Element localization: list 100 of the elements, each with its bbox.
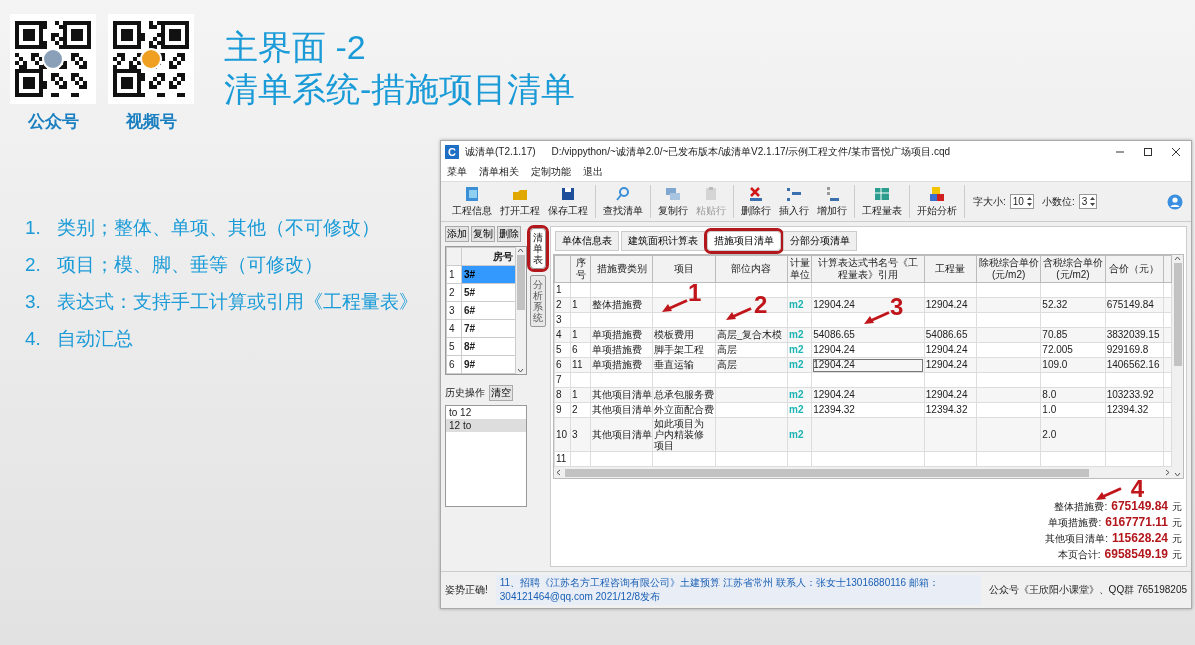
summary-value: 6167771.11 bbox=[1105, 515, 1168, 530]
bullet-text: 类别；整体、单项、其他（不可修改） bbox=[56, 216, 380, 240]
bullet-text: 自动汇总 bbox=[56, 327, 133, 351]
qr-code-label: 公众号 bbox=[27, 111, 79, 133]
room-cell[interactable]: 5# bbox=[461, 283, 516, 302]
column-header: 含税综合单价(元/m2) bbox=[1040, 255, 1106, 283]
annotation-number: 1 bbox=[688, 281, 702, 305]
clear-button[interactable]: 清空 bbox=[489, 385, 513, 401]
small-button[interactable]: 删除 bbox=[497, 226, 521, 242]
side-tab[interactable]: 清单表 bbox=[529, 228, 546, 269]
toolbar-button[interactable]: 打开工程 bbox=[498, 185, 542, 218]
column-header: 措施费类别 bbox=[590, 255, 653, 283]
number-spinner[interactable]: 10 bbox=[1009, 194, 1034, 209]
toolbar-button[interactable]: 查找清单 bbox=[601, 185, 645, 218]
table-cell: 如此项目为户内精装修项目 bbox=[652, 417, 716, 452]
small-button[interactable]: 添加 bbox=[445, 226, 469, 242]
number-spinner[interactable]: 3 bbox=[1078, 194, 1098, 209]
table-cell: m2 bbox=[787, 402, 812, 418]
small-button[interactable]: 复制 bbox=[471, 226, 495, 242]
bullet-text: 项目；模、脚、垂等（可修改） bbox=[56, 253, 323, 277]
copy-icon bbox=[664, 185, 682, 203]
side-tab[interactable]: 分析系统 bbox=[529, 275, 546, 327]
document-icon bbox=[463, 185, 481, 203]
row-number: 2 bbox=[446, 283, 462, 302]
toolbar-button[interactable]: 开始分析 bbox=[915, 185, 959, 218]
toolbar-button[interactable]: 插入行 bbox=[777, 185, 811, 218]
spinner-arrows-icon[interactable] bbox=[1025, 196, 1033, 207]
room-cell[interactable]: 8# bbox=[461, 337, 516, 356]
row-number: 7 bbox=[554, 372, 571, 388]
scroll-up-icon[interactable] bbox=[1174, 256, 1181, 261]
toolbar-button[interactable]: 保存工程 bbox=[546, 185, 590, 218]
arrow-icon bbox=[726, 307, 752, 321]
column-header: 房号 bbox=[461, 247, 516, 266]
tab[interactable]: 分部分项清单 bbox=[783, 231, 857, 251]
table-cell: 12394.32 bbox=[1105, 402, 1164, 418]
history-item[interactable]: 12 to bbox=[446, 419, 526, 432]
cubes-icon bbox=[928, 185, 946, 203]
summary-label: 整体措施费: bbox=[1054, 500, 1108, 514]
bullet-number: 3. bbox=[25, 290, 41, 314]
summary-value: 115628.24 bbox=[1111, 531, 1168, 546]
table-cell: 1.0 bbox=[1040, 402, 1106, 418]
room-cell[interactable]: 6# bbox=[461, 301, 516, 320]
column-header: 合价（元） bbox=[1105, 255, 1164, 283]
toolbar-button[interactable]: 删除行 bbox=[739, 185, 773, 218]
toolbar-button[interactable]: 复制行 bbox=[656, 185, 690, 218]
table-cell: 脚手架工程 bbox=[652, 342, 716, 358]
maximize-icon[interactable] bbox=[1143, 147, 1153, 157]
bullet-number: 1. bbox=[25, 216, 41, 240]
arrow-icon bbox=[1096, 487, 1122, 501]
row-number: 1 bbox=[554, 282, 571, 298]
scroll-up-icon[interactable] bbox=[517, 248, 525, 253]
table-icon bbox=[873, 185, 891, 203]
close-icon[interactable] bbox=[1171, 147, 1181, 157]
table-cell: 其他项目清单 bbox=[590, 402, 653, 418]
insert-row-icon bbox=[785, 185, 803, 203]
qr-code-icon bbox=[10, 14, 96, 104]
bullet-number: 4. bbox=[25, 327, 41, 351]
summary-label: 其他项目清单: bbox=[1045, 532, 1108, 546]
user-icon[interactable] bbox=[1167, 193, 1183, 210]
scroll-left-icon[interactable] bbox=[556, 469, 561, 476]
menu-item[interactable]: 退出 bbox=[583, 165, 603, 179]
summary-value: 6958549.19 bbox=[1104, 547, 1168, 562]
menu-item[interactable]: 定制功能 bbox=[531, 165, 571, 179]
room-cell[interactable]: 9# bbox=[461, 355, 516, 374]
room-cell[interactable]: 7# bbox=[461, 319, 516, 338]
table-cell: 2.0 bbox=[1040, 417, 1106, 452]
toolbar-button[interactable]: 工程量表 bbox=[860, 185, 904, 218]
row-number: 11 bbox=[554, 451, 571, 467]
bullet-number: 2. bbox=[25, 253, 41, 277]
toolbar-button[interactable]: 工程信息 bbox=[450, 185, 494, 218]
table-cell: 其他项目清单 bbox=[590, 417, 653, 452]
spinner-label: 字大小: bbox=[973, 194, 1006, 209]
vertical-scrollbar[interactable] bbox=[515, 247, 526, 374]
tab[interactable]: 措施项目清单 bbox=[707, 231, 781, 251]
tab[interactable]: 建筑面积计算表 bbox=[621, 231, 705, 251]
table-cell: 12394.32 bbox=[811, 402, 925, 418]
spinner-arrows-icon[interactable] bbox=[1089, 196, 1097, 207]
search-icon bbox=[614, 185, 632, 203]
column-header: 工程量 bbox=[924, 255, 977, 283]
toolbar-button[interactable]: 增加行 bbox=[815, 185, 849, 218]
row-number: 4 bbox=[446, 319, 462, 338]
history-item[interactable]: to 12 bbox=[446, 406, 526, 419]
menu-item[interactable]: 菜单 bbox=[447, 165, 467, 179]
app-icon: C bbox=[445, 145, 459, 159]
column-header: 项目 bbox=[652, 255, 716, 283]
column-header: 序号 bbox=[570, 255, 591, 283]
scroll-down-icon[interactable] bbox=[517, 368, 525, 373]
vertical-scrollbar[interactable] bbox=[1172, 255, 1183, 478]
row-number: 6 bbox=[446, 355, 462, 374]
table-cell: 929169.8 bbox=[1105, 342, 1164, 358]
table-cell: 单项措施费 bbox=[590, 342, 653, 358]
row-number: 5 bbox=[446, 337, 462, 356]
scroll-right-icon[interactable] bbox=[1165, 469, 1170, 476]
tab[interactable]: 单体信息表 bbox=[555, 231, 619, 251]
menu-item[interactable]: 清单相关 bbox=[479, 165, 519, 179]
row-number: 9 bbox=[554, 402, 571, 418]
horizontal-scrollbar[interactable] bbox=[554, 467, 1172, 478]
currency-unit: 元 bbox=[1172, 532, 1182, 546]
annotation-number: 2 bbox=[754, 293, 768, 317]
scroll-down-icon[interactable] bbox=[1174, 472, 1181, 477]
